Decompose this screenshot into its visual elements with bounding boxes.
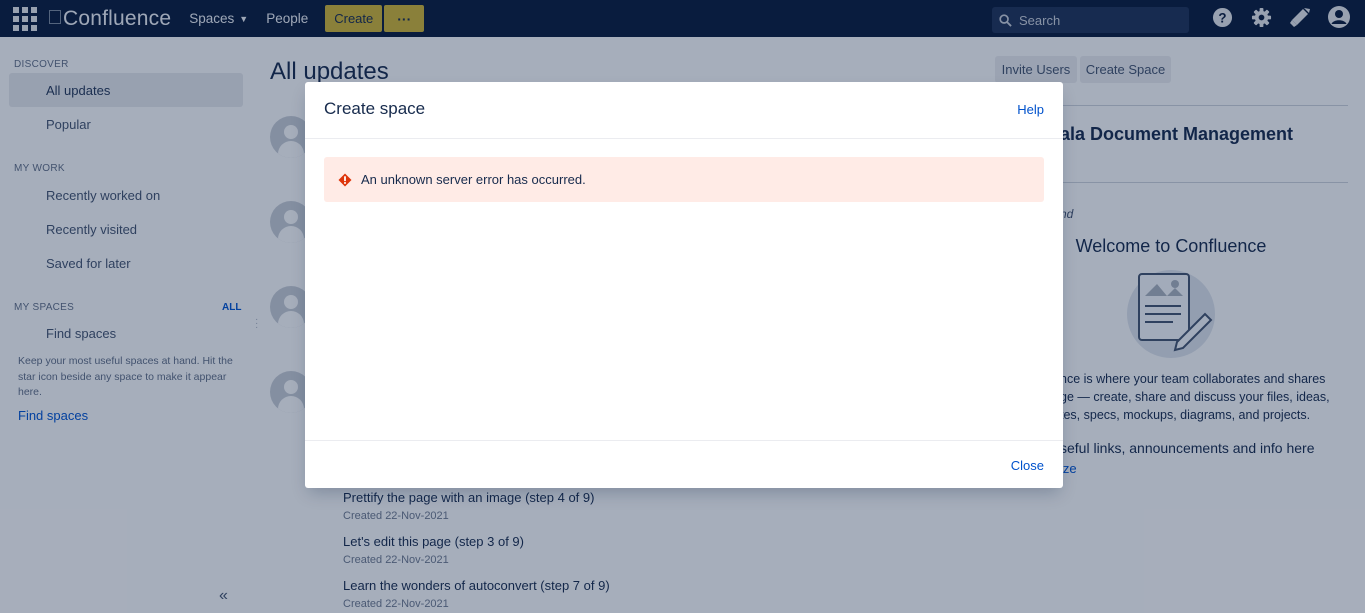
create-space-dialog: Create space Help An unknown server erro… [305,82,1063,488]
dialog-footer-divider [305,440,1063,441]
close-button[interactable]: Close [1011,458,1044,473]
dialog-title: Create space [324,99,426,118]
dialog-header-divider [305,138,1063,139]
error-message-banner: An unknown server error has occurred. [324,157,1044,202]
dialog-help-link[interactable]: Help [1017,102,1044,117]
error-icon [338,173,352,187]
error-message-text: An unknown server error has occurred. [361,172,586,187]
